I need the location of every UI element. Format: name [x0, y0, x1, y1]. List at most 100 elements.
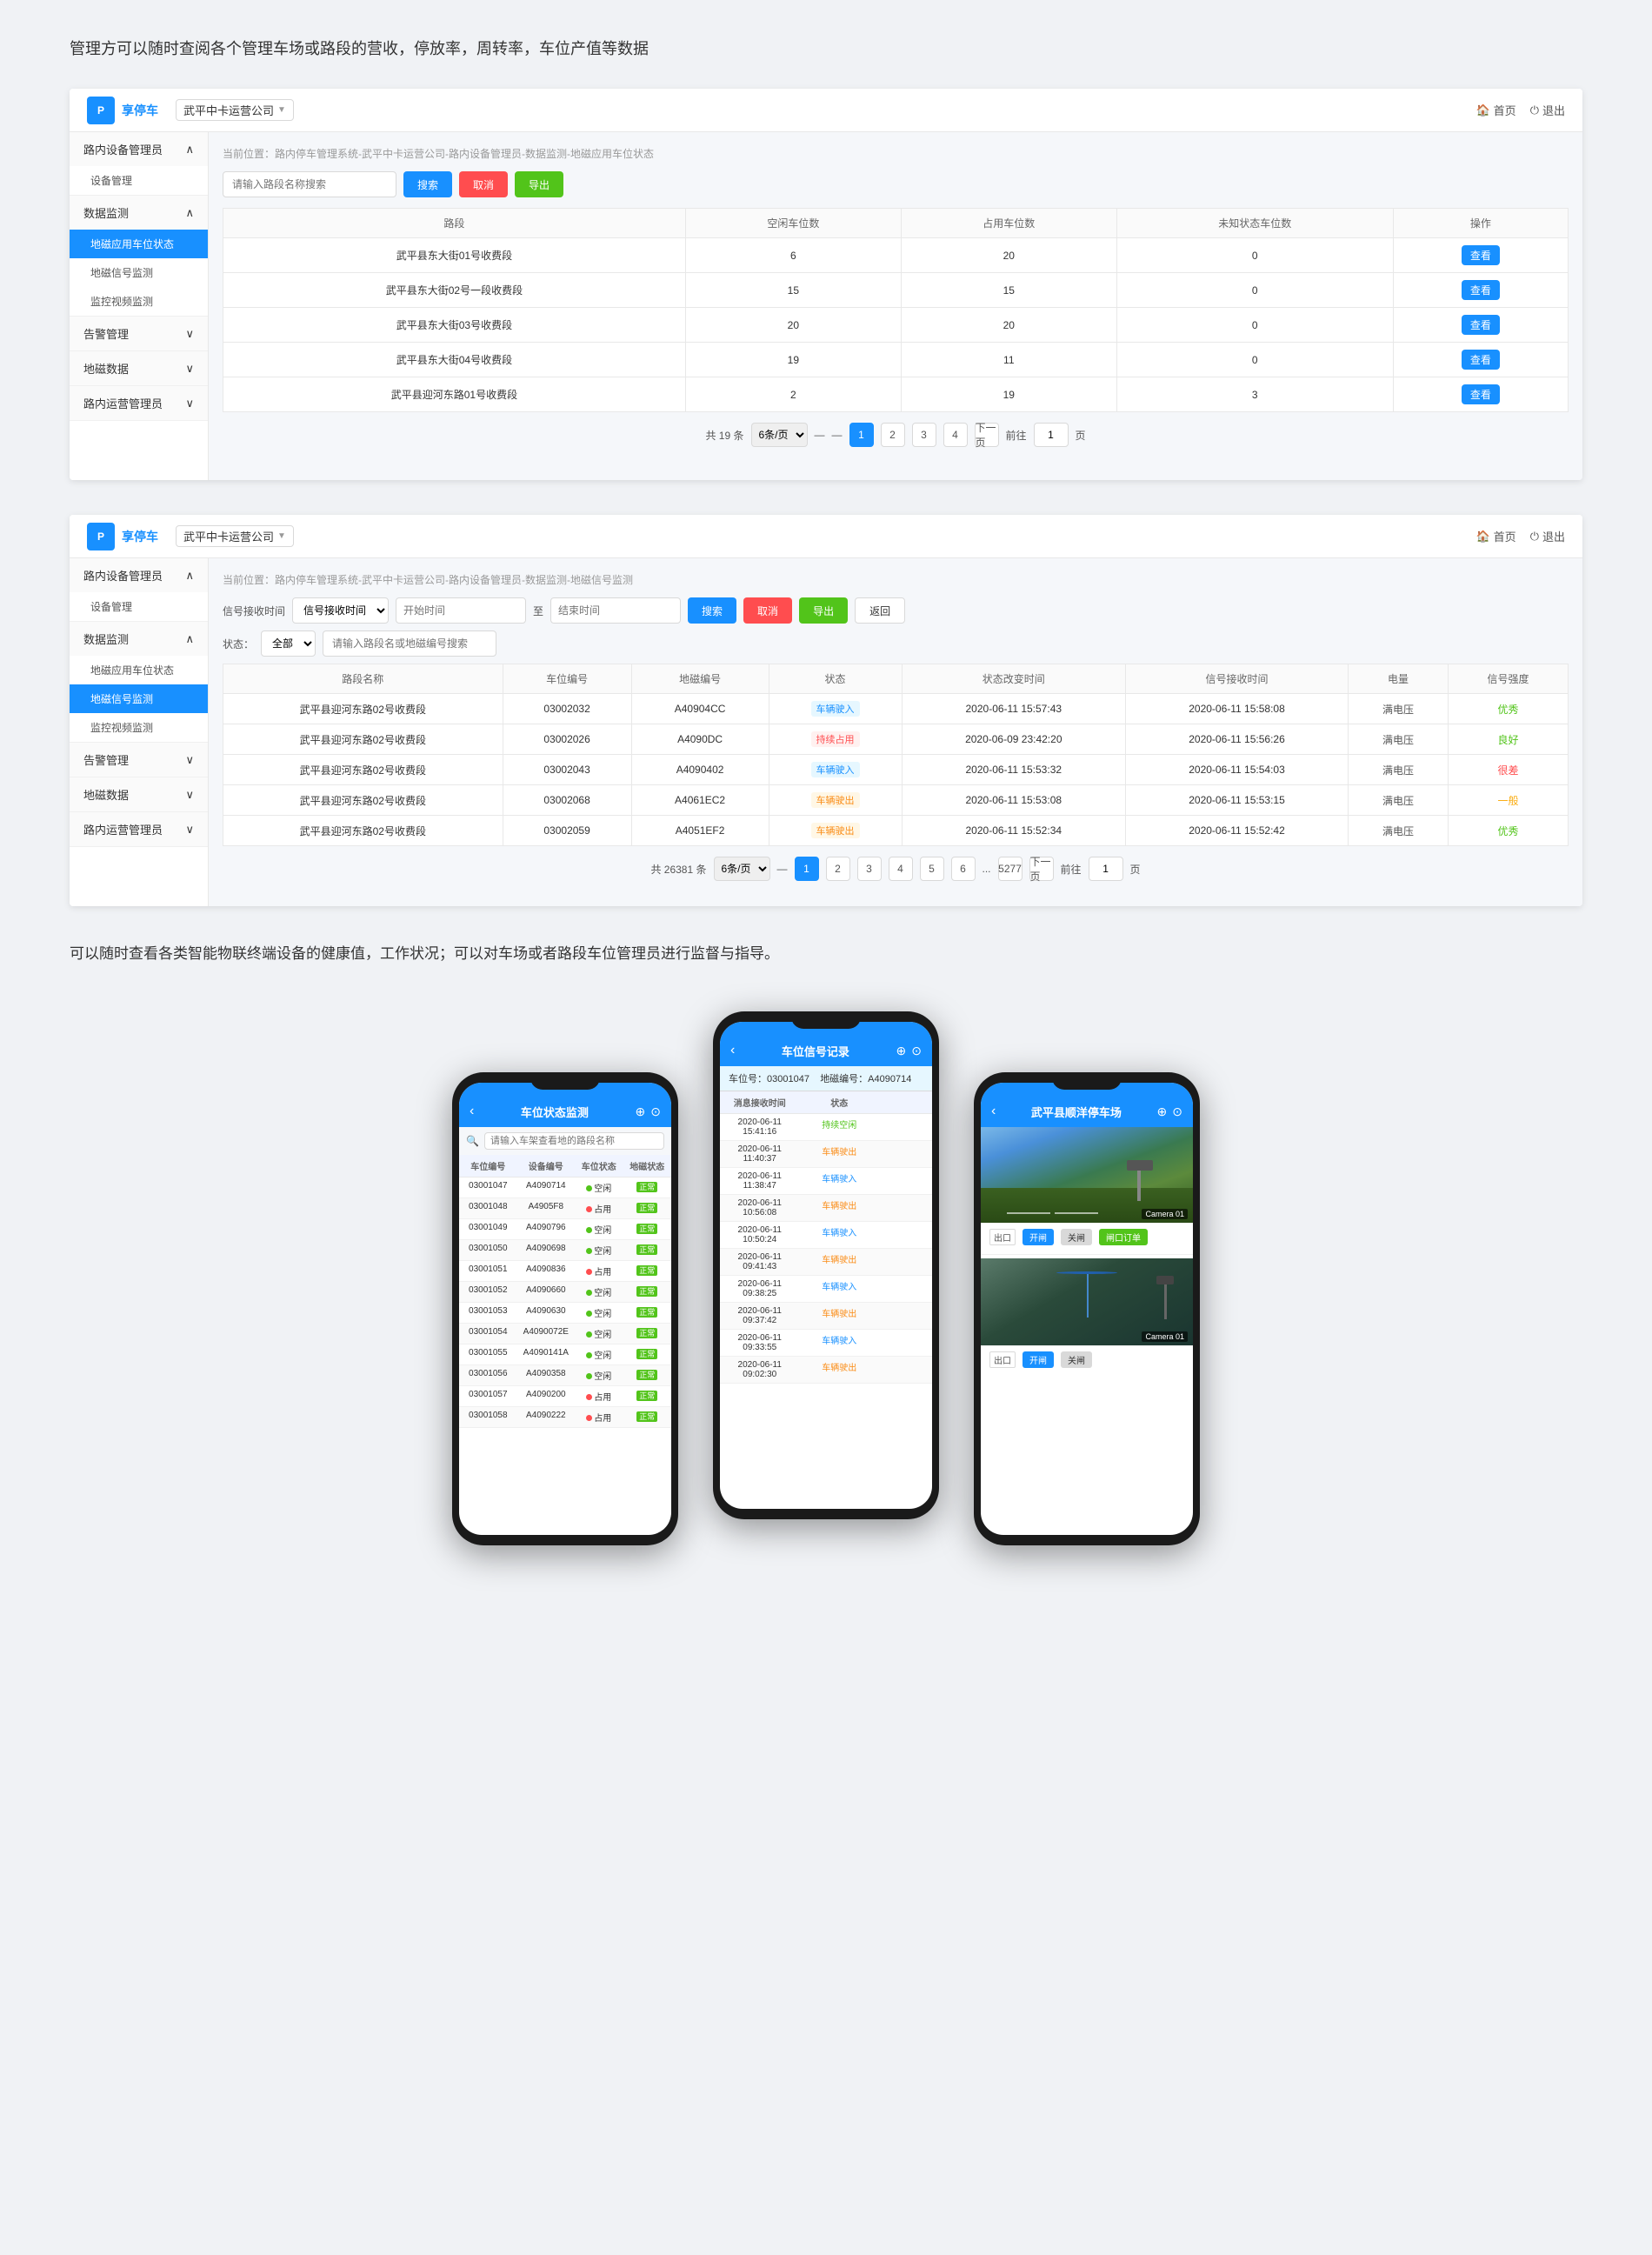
- status-select[interactable]: 全部: [261, 630, 316, 657]
- sidebar-section-header-alarm[interactable]: 告警管理 ∨: [70, 317, 208, 350]
- start-date-input[interactable]: [396, 597, 526, 624]
- list-item[interactable]: 03001054 A4090072E 空闲 正常: [459, 1324, 671, 1344]
- list-item[interactable]: 03001051 A4090836 占用 正常: [459, 1261, 671, 1282]
- cell-name: 武平县迎河东路01号收费段: [223, 377, 686, 412]
- sidebar-section-header-ops-2[interactable]: 路内运营管理员 ∨: [70, 812, 208, 846]
- table-row: 武平县迎河东路02号收费段 03002026 A4090DC 持续占用 2020…: [223, 724, 1569, 755]
- nav-home-2[interactable]: 🏠 首页: [1475, 528, 1515, 544]
- company-selector-2[interactable]: 武平中卡运营公司 ▼: [176, 525, 294, 547]
- per-page-select-2[interactable]: 6条/页: [714, 857, 770, 881]
- sidebar-section-header-alarm-2[interactable]: 告警管理 ∨: [70, 743, 208, 777]
- entry-close-btn[interactable]: 关闸: [1061, 1229, 1092, 1245]
- list-item[interactable]: 03001056 A4090358 空闲 正常: [459, 1365, 671, 1386]
- page-btn-4-1[interactable]: 4: [943, 423, 968, 447]
- sidebar-section-header-geodata[interactable]: 地磁数据 ∨: [70, 351, 208, 385]
- search-icon-phone3[interactable]: ⊕: [1157, 1104, 1168, 1119]
- search-button-2[interactable]: 搜索: [688, 597, 736, 624]
- list-item[interactable]: 03001058 A4090222 占用 正常: [459, 1407, 671, 1428]
- list-item[interactable]: 03001048 A4905F8 占用 正常: [459, 1198, 671, 1219]
- sidebar-section-header-ops[interactable]: 路内运营管理员 ∨: [70, 386, 208, 420]
- back-arrow-icon-3[interactable]: ‹: [991, 1104, 996, 1119]
- cell-signal-time-2: 2020-06-11 15:58:08: [1126, 694, 1349, 724]
- view-btn[interactable]: 查看: [1462, 384, 1500, 404]
- page-btn-4-2[interactable]: 4: [889, 857, 913, 881]
- back-arrow-icon-2[interactable]: ‹: [730, 1043, 735, 1058]
- sidebar-item-geo-status-2[interactable]: 地磁应用车位状态: [70, 656, 208, 684]
- sidebar-item-geo-status[interactable]: 地磁应用车位状态: [70, 230, 208, 258]
- next-btn-2[interactable]: 下一页: [1029, 857, 1054, 881]
- search-button-1[interactable]: 搜索: [403, 171, 452, 197]
- list-item[interactable]: 03001050 A4090698 空闲 正常: [459, 1240, 671, 1261]
- page-btn-3-2[interactable]: 3: [857, 857, 882, 881]
- sidebar-section-header-geodata-2[interactable]: 地磁数据 ∨: [70, 777, 208, 811]
- p2-cell-empty: [879, 1222, 932, 1248]
- sidebar-section-header-data-2[interactable]: 数据监测 ∧: [70, 622, 208, 656]
- cell-signal-time-2: 2020-06-11 15:53:15: [1126, 785, 1349, 816]
- reset-button-1[interactable]: 取消: [459, 171, 508, 197]
- sidebar-item-device-mgmt[interactable]: 设备管理: [70, 166, 208, 195]
- per-page-select-1[interactable]: 6条/页: [751, 423, 808, 447]
- sidebar-item-video-monitor-2[interactable]: 监控视频监测: [70, 713, 208, 742]
- page-btn-6-2[interactable]: 6: [951, 857, 976, 881]
- goto-input-1[interactable]: [1034, 423, 1069, 447]
- sidebar-section-header-data[interactable]: 数据监测 ∧: [70, 196, 208, 230]
- gate-controls-exit: 出口 开闸 关闸: [981, 1345, 1193, 1373]
- view-btn[interactable]: 查看: [1462, 245, 1500, 265]
- search-input-2[interactable]: [323, 630, 496, 657]
- p2-cell-status: 车辆驶出: [800, 1141, 880, 1167]
- view-btn[interactable]: 查看: [1462, 350, 1500, 370]
- sidebar-section-header-devices[interactable]: 路内设备管理员 ∧: [70, 132, 208, 166]
- sidebar-item-video-monitor[interactable]: 监控视频监测: [70, 287, 208, 316]
- page-btn-5-2[interactable]: 5: [920, 857, 944, 881]
- nav-logout-1[interactable]: ⏻ 退出: [1530, 102, 1565, 118]
- reset-button-2[interactable]: 取消: [743, 597, 792, 624]
- settings-icon-phone2[interactable]: ⊙: [911, 1044, 922, 1058]
- search-icon-phone2[interactable]: ⊕: [896, 1044, 907, 1058]
- phones-section: ‹ 车位状态监测 ⊕ ⊙ 🔍 车位编号 设备编号 车位状态 地磁状态 03001…: [70, 1011, 1582, 1545]
- page-btn-last-2[interactable]: 5277: [998, 857, 1023, 881]
- goto-input-2[interactable]: [1089, 857, 1123, 881]
- search-input-1[interactable]: [223, 171, 396, 197]
- export-button-1[interactable]: 导出: [515, 171, 563, 197]
- view-btn[interactable]: 查看: [1462, 315, 1500, 335]
- page-btn-1-1[interactable]: 1: [849, 423, 874, 447]
- exit-open-btn[interactable]: 开闸: [1023, 1351, 1054, 1368]
- export-button-2[interactable]: 导出: [799, 597, 848, 624]
- end-date-input[interactable]: [550, 597, 681, 624]
- page-btn-3-1[interactable]: 3: [912, 423, 936, 447]
- nav-home-1[interactable]: 🏠 首页: [1475, 102, 1515, 118]
- next-btn-1[interactable]: 下一页: [975, 423, 999, 447]
- entry-order-btn[interactable]: 闸口订单: [1099, 1229, 1148, 1245]
- view-btn[interactable]: 查看: [1462, 280, 1500, 300]
- back-arrow-icon-1[interactable]: ‹: [470, 1104, 474, 1119]
- list-item[interactable]: 03001057 A4090200 占用 正常: [459, 1386, 671, 1407]
- time-type-select[interactable]: 信号接收时间: [292, 597, 389, 624]
- list-item[interactable]: 03001055 A4090141A 空闲 正常: [459, 1344, 671, 1365]
- list-item[interactable]: 03001047 A4090714 空闲 正常: [459, 1178, 671, 1198]
- exit-close-btn[interactable]: 关闸: [1061, 1351, 1092, 1368]
- settings-icon-phone3[interactable]: ⊙: [1172, 1104, 1182, 1119]
- total-count-1: 共 19 条: [705, 428, 743, 443]
- sidebar-item-geo-signal-2[interactable]: 地磁信号监测: [70, 684, 208, 713]
- phone-1-search-input[interactable]: [484, 1132, 664, 1150]
- sidebar-item-device-mgmt-2[interactable]: 设备管理: [70, 592, 208, 621]
- list-item[interactable]: 03001053 A4090630 空闲 正常: [459, 1303, 671, 1324]
- list-item[interactable]: 03001052 A4090660 空闲 正常: [459, 1282, 671, 1303]
- p1-cell-device: A4090660: [517, 1282, 576, 1302]
- back-button-2[interactable]: 返回: [855, 597, 905, 624]
- settings-icon-phone1[interactable]: ⊙: [650, 1104, 661, 1119]
- sidebar-section-header-devices-2[interactable]: 路内设备管理员 ∧: [70, 558, 208, 592]
- list-item[interactable]: 03001049 A4090796 空闲 正常: [459, 1219, 671, 1240]
- company-selector-1[interactable]: 武平中卡运营公司 ▼: [176, 99, 294, 121]
- page-btn-1-2[interactable]: 1: [795, 857, 819, 881]
- nav-logout-2[interactable]: ⏻ 退出: [1530, 528, 1565, 544]
- search-icon-phone1[interactable]: ⊕: [636, 1104, 646, 1119]
- entry-open-btn[interactable]: 开闸: [1023, 1229, 1054, 1245]
- nav-logout-label-2: 退出: [1542, 528, 1565, 544]
- p2-cell-status: 车辆驶入: [800, 1168, 880, 1194]
- sidebar-item-geo-signal[interactable]: 地磁信号监测: [70, 258, 208, 287]
- breadcrumb-2: 当前位置：路内停车管理系统-武平中卡运营公司-路内设备管理员-数据监测-地磁信号…: [223, 572, 1569, 587]
- page-btn-2-2[interactable]: 2: [826, 857, 850, 881]
- th-status-2: 状态: [769, 664, 902, 694]
- page-btn-2-1[interactable]: 2: [881, 423, 905, 447]
